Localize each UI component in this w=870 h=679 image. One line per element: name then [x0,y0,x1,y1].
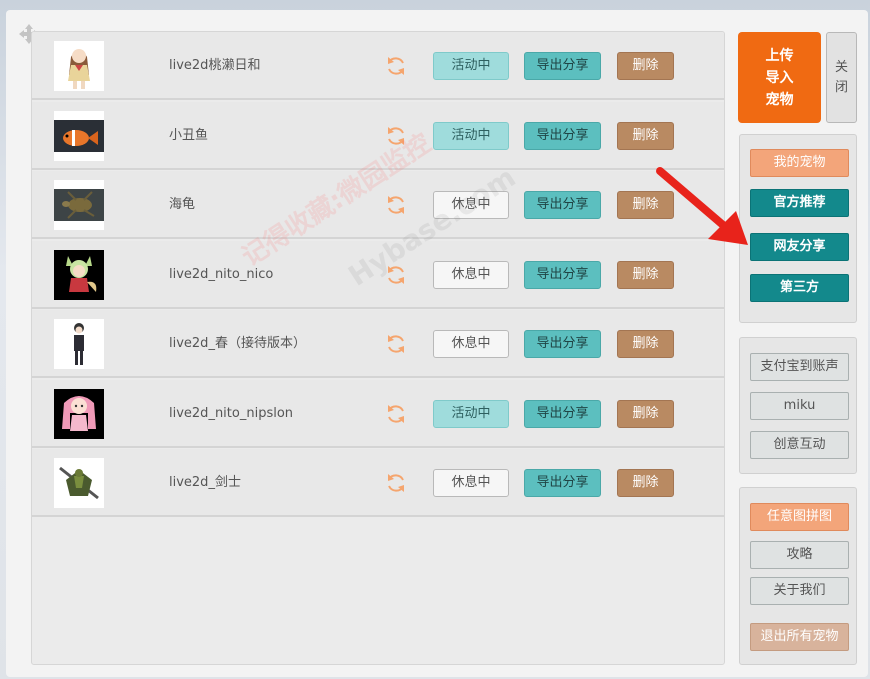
sea-turtle-icon [54,180,104,230]
misc-group: 任意图拼图 攻略 关于我们 退出所有宠物 [739,487,857,665]
pet-row: live2d_nito_nico 休息中 导出分享 删除 [32,241,724,309]
export-share-button[interactable]: 导出分享 [524,330,601,358]
pet-thumbnail [54,319,104,369]
user-shared-button[interactable]: 网友分享 [750,233,849,261]
red-arrow-annotation-icon [656,167,748,245]
refresh-icon[interactable] [384,54,408,78]
exit-all-pets-button[interactable]: 退出所有宠物 [750,623,849,651]
upload-label: 上传 导入 宠物 [765,47,794,108]
export-share-button[interactable]: 导出分享 [524,469,601,497]
anime-girl-school-uniform-icon [54,41,104,91]
status-button[interactable]: 活动中 [433,52,509,80]
delete-button[interactable]: 删除 [617,400,674,428]
export-share-button[interactable]: 导出分享 [524,191,601,219]
refresh-icon[interactable] [384,402,408,426]
girl-in-dark-suit-icon [54,319,104,369]
status-button[interactable]: 活动中 [433,400,509,428]
fox-eared-girl-icon [54,250,104,300]
export-share-button[interactable]: 导出分享 [524,400,601,428]
pet-thumbnail [54,111,104,161]
close-label: 关 闭 [835,59,849,95]
pet-name: 海龟 [169,197,196,212]
pet-thumbnail [54,41,104,91]
about-us-button[interactable]: 关于我们 [750,577,849,605]
status-button[interactable]: 活动中 [433,122,509,150]
delete-button[interactable]: 删除 [617,330,674,358]
pet-thumbnail [54,180,104,230]
pet-row: live2d_剑士 休息中 导出分享 删除 [32,449,724,517]
pet-thumbnail [54,250,104,300]
status-button[interactable]: 休息中 [433,330,509,358]
official-recommend-button[interactable]: 官方推荐 [750,189,849,217]
delete-button[interactable]: 删除 [617,122,674,150]
clownfish-icon [54,111,104,161]
export-share-button[interactable]: 导出分享 [524,52,601,80]
extra-group: 支付宝到账声 miku 创意互动 [739,337,857,474]
export-share-button[interactable]: 导出分享 [524,122,601,150]
status-button[interactable]: 休息中 [433,261,509,289]
pet-name: live2d桃濑日和 [169,58,261,73]
my-pets-button[interactable]: 我的宠物 [750,149,849,177]
refresh-icon[interactable] [384,263,408,287]
close-button[interactable]: 关 闭 [826,32,857,123]
status-button[interactable]: 休息中 [433,469,509,497]
pet-name: live2d_剑士 [169,475,241,490]
pet-name: live2d_nito_nico [169,267,274,282]
creative-interaction-button[interactable]: 创意互动 [750,431,849,459]
pet-thumbnail [54,458,104,508]
third-party-button[interactable]: 第三方 [750,274,849,302]
pink-haired-girl-icon [54,389,104,439]
pet-name: live2d_nito_nipslon [169,406,294,421]
export-share-button[interactable]: 导出分享 [524,261,601,289]
pet-list-panel: live2d桃濑日和 活动中 导出分享 删除 小丑鱼 活动中 导出分享 删除 海… [31,31,725,665]
pet-row: live2d_nito_nipslon 活动中 导出分享 删除 [32,380,724,448]
pet-row: 海龟 休息中 导出分享 删除 [32,171,724,239]
upload-import-pet-button[interactable]: 上传 导入 宠物 [738,32,821,123]
refresh-icon[interactable] [384,332,408,356]
armored-swordsman-icon [54,458,104,508]
pet-row: 小丑鱼 活动中 导出分享 删除 [32,102,724,170]
pet-row: live2d_春（接待版本） 休息中 导出分享 删除 [32,310,724,378]
category-nav-group: 我的宠物 官方推荐 网友分享 第三方 [739,134,857,323]
delete-button[interactable]: 删除 [617,52,674,80]
pet-name: live2d_春（接待版本） [169,336,306,351]
delete-button[interactable]: 删除 [617,469,674,497]
status-button[interactable]: 休息中 [433,191,509,219]
alipay-sound-button[interactable]: 支付宝到账声 [750,353,849,381]
miku-button[interactable]: miku [750,392,849,420]
guide-button[interactable]: 攻略 [750,541,849,569]
refresh-icon[interactable] [384,193,408,217]
pet-row: live2d桃濑日和 活动中 导出分享 删除 [32,32,724,100]
delete-button[interactable]: 删除 [617,261,674,289]
refresh-icon[interactable] [384,471,408,495]
pet-thumbnail [54,389,104,439]
pet-name: 小丑鱼 [169,128,209,143]
refresh-icon[interactable] [384,124,408,148]
puzzle-button[interactable]: 任意图拼图 [750,503,849,531]
